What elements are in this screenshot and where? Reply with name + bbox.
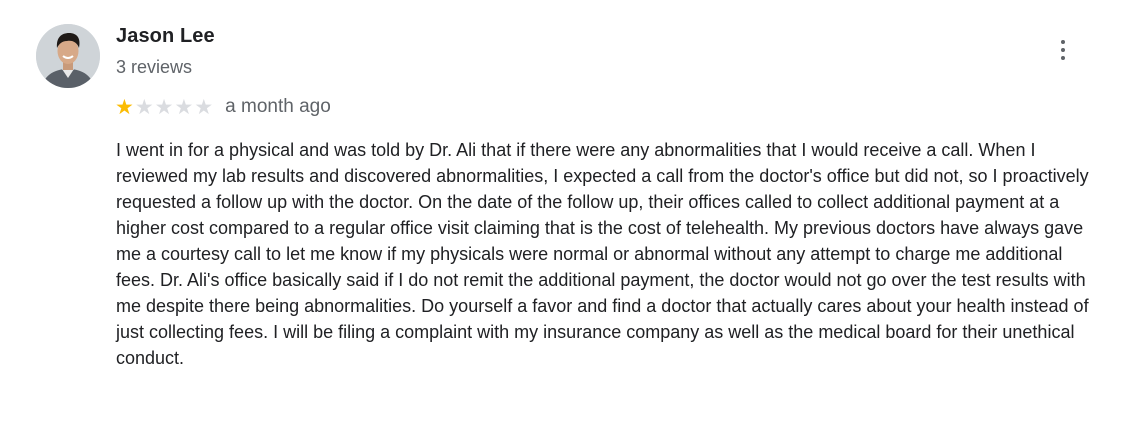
author-review-count[interactable]: 3 reviews [116,57,192,78]
star-icon: ★ [174,94,194,119]
profile-photo [36,24,100,88]
avatar[interactable] [36,24,100,88]
star-rating: ★ ★ ★ ★ ★ [115,94,214,119]
more-vert-icon-dot [1061,48,1065,52]
review-text: I went in for a physical and was told by… [116,140,1089,368]
review-card: Jason Lee 3 reviews ★ ★ ★ ★ ★ a month ago I … [0,0,1123,438]
star-icon: ★ [115,94,134,119]
star-icon: ★ [134,94,154,119]
star-icon: ★ [194,94,214,119]
star-icon: ★ [154,94,174,119]
more-vert-icon [1061,40,1065,44]
author-name[interactable]: Jason Lee [116,25,215,48]
review-time: a month ago [225,96,331,117]
rating-row: ★ ★ ★ ★ ★ a month ago [115,95,331,119]
more-options-button[interactable] [1049,34,1077,66]
more-vert-icon-dot [1061,56,1065,60]
